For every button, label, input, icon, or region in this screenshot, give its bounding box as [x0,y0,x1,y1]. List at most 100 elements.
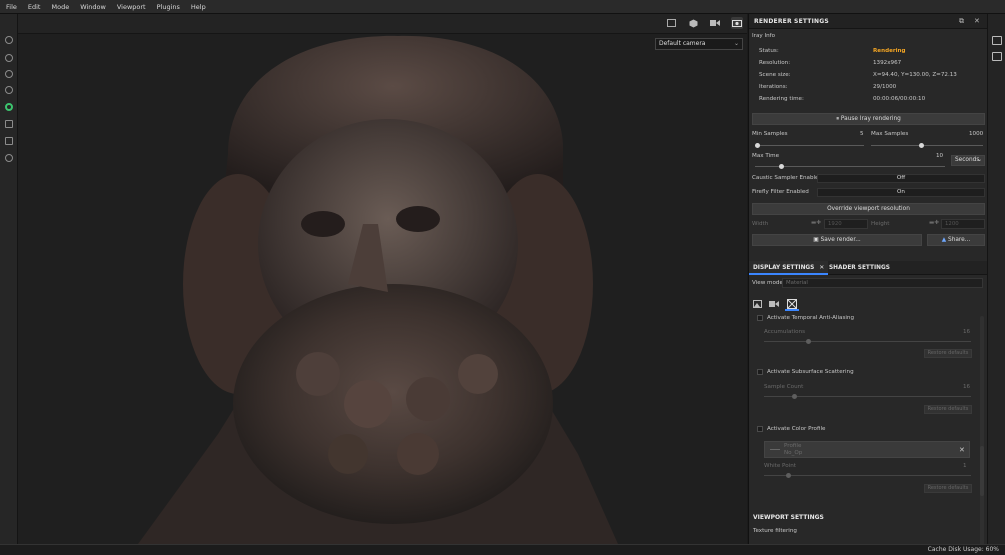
camera-select[interactable]: Default camera ⌄ [655,38,743,50]
document-icon[interactable] [5,137,13,145]
video-camera-icon[interactable] [709,17,721,29]
screenshot-camera-icon[interactable] [731,17,743,29]
right-panel: RENDERER SETTINGS ⧉ ✕ Iray Info Status: … [748,14,988,548]
pause-rendering-button[interactable]: ⏸ Pause Iray rendering [752,113,985,125]
menu-edit[interactable]: Edit [28,3,41,11]
sample-count-value: 16 [963,384,971,390]
share-button[interactable]: ▲ Share... [927,234,985,246]
restore-defaults-button[interactable]: Restore defaults [924,405,972,414]
close-icon[interactable]: ✕ [974,17,980,25]
caustic-toggle[interactable]: Off [817,174,985,183]
image-icon[interactable] [753,300,762,310]
settings-icon[interactable] [5,36,13,44]
document-icon[interactable] [992,52,1002,61]
sample-count-label: Sample Count [764,384,804,390]
firefly-label: Firefly Filter Enabled [752,189,809,195]
color-profile-checkbox[interactable] [757,426,763,432]
info-label: Resolution: [759,60,791,66]
status-bar: Cache Disk Usage: 60% [0,544,1005,555]
width-label: Width [752,221,769,227]
max-samples-value: 1000 [969,131,984,137]
width-field[interactable]: 1920 [824,219,868,229]
min-samples-slider[interactable] [755,143,864,148]
settings-tabs: DISPLAY SETTINGS ✕ SHADER SETTINGS [749,261,988,275]
menu-bar: File Edit Mode Window Viewport Plugins H… [0,0,1005,14]
white-point-slider[interactable] [764,473,971,478]
min-samples-label: Min Samples [752,131,788,137]
profile-label: Profile [784,443,802,449]
scene-size-value: X=94.40, Y=130.00, Z=72.13 [873,72,957,78]
white-point-label: White Point [764,463,796,469]
left-toolbar [0,14,18,544]
dot-icon[interactable] [5,54,13,62]
height-stepper-icon[interactable]: ▬✚ [929,220,939,226]
min-samples-value: 5 [860,131,864,137]
info-label: Scene size: [759,72,791,78]
temporal-aa-checkbox[interactable] [757,315,763,321]
render-viewport[interactable]: Default camera ⌄ [18,34,747,544]
save-render-button[interactable]: ▣ Save render... [752,234,922,246]
accumulations-value: 16 [963,329,971,335]
save-icon: ▣ [813,237,821,243]
sample-count-slider[interactable] [764,394,971,399]
menu-viewport[interactable]: Viewport [117,3,146,11]
max-samples-label: Max Samples [871,131,909,137]
accumulations-slider[interactable] [764,339,971,344]
color-profile-label: Activate Color Profile [767,426,826,432]
clear-icon[interactable]: ✕ [959,446,965,454]
chevron-down-icon: ⌄ [733,40,739,47]
profile-selector[interactable]: Profile No_Op ✕ [764,441,970,458]
renderer-settings-header: RENDERER SETTINGS ⧉ ✕ [749,14,988,29]
max-time-label: Max Time [752,153,780,159]
photoshop-icon[interactable] [5,120,13,128]
max-samples-slider[interactable] [871,143,983,148]
cube-icon[interactable] [687,17,699,29]
time-unit-select[interactable]: Seconds ⌄ [951,155,985,166]
render-sphere-icon[interactable] [5,103,13,111]
width-stepper-icon[interactable]: ▬✚ [811,220,821,226]
temporal-aa-label: Activate Temporal Anti-Aliasing [767,315,855,321]
white-point-value: 1 [963,463,967,469]
gear-icon[interactable] [5,154,13,162]
undock-icon[interactable]: ⧉ [959,17,964,26]
close-icon[interactable]: ✕ [819,265,824,271]
scroll-track[interactable] [980,316,984,548]
menu-help[interactable]: Help [191,3,206,11]
override-resolution-button[interactable]: Override viewport resolution [752,203,985,215]
resolution-value: 1392x967 [873,60,902,66]
menu-plugins[interactable]: Plugins [157,3,180,11]
sss-label: Activate Subsurface Scattering [767,369,854,375]
max-time-value: 10 [936,153,944,159]
restore-defaults-button[interactable]: Restore defaults [924,349,972,358]
section-iray-info: Iray Info [752,33,776,39]
circle-icon[interactable] [5,86,13,94]
tab-display-settings[interactable]: DISPLAY SETTINGS ✕ [749,261,829,275]
status-value: Rendering [873,48,906,54]
menu-window[interactable]: Window [80,3,106,11]
info-label: Iterations: [759,84,788,90]
height-label: Height [871,221,890,227]
menu-mode[interactable]: Mode [51,3,69,11]
sss-checkbox[interactable] [757,369,763,375]
caustic-label: Caustic Sampler Enabled [752,175,823,181]
render-settings-icon[interactable] [785,297,799,311]
restore-defaults-button[interactable]: Restore defaults [924,484,972,493]
video-camera-icon[interactable] [769,300,779,310]
viewport-settings-heading: VIEWPORT SETTINGS [753,514,824,521]
height-field[interactable]: 1200 [941,219,985,229]
frame-icon[interactable] [665,17,677,29]
lock-icon[interactable] [5,70,13,78]
iterations-value: 29/1000 [873,84,897,90]
view-mode-select[interactable]: Material [782,278,983,288]
rendering-time-value: 00:00:06/00:00:10 [873,96,926,102]
tab-shader-settings[interactable]: SHADER SETTINGS [825,261,894,275]
bust-render-image [138,35,618,544]
info-label: Status: [759,48,779,54]
scrollbar-thumb[interactable] [980,446,984,496]
firefly-toggle[interactable]: On [817,188,985,197]
panel-layout-icon[interactable] [992,36,1002,45]
profile-swatch-icon [770,449,780,450]
accumulations-label: Accumulations [764,329,806,335]
menu-file[interactable]: File [6,3,17,11]
max-time-slider[interactable] [755,164,945,169]
